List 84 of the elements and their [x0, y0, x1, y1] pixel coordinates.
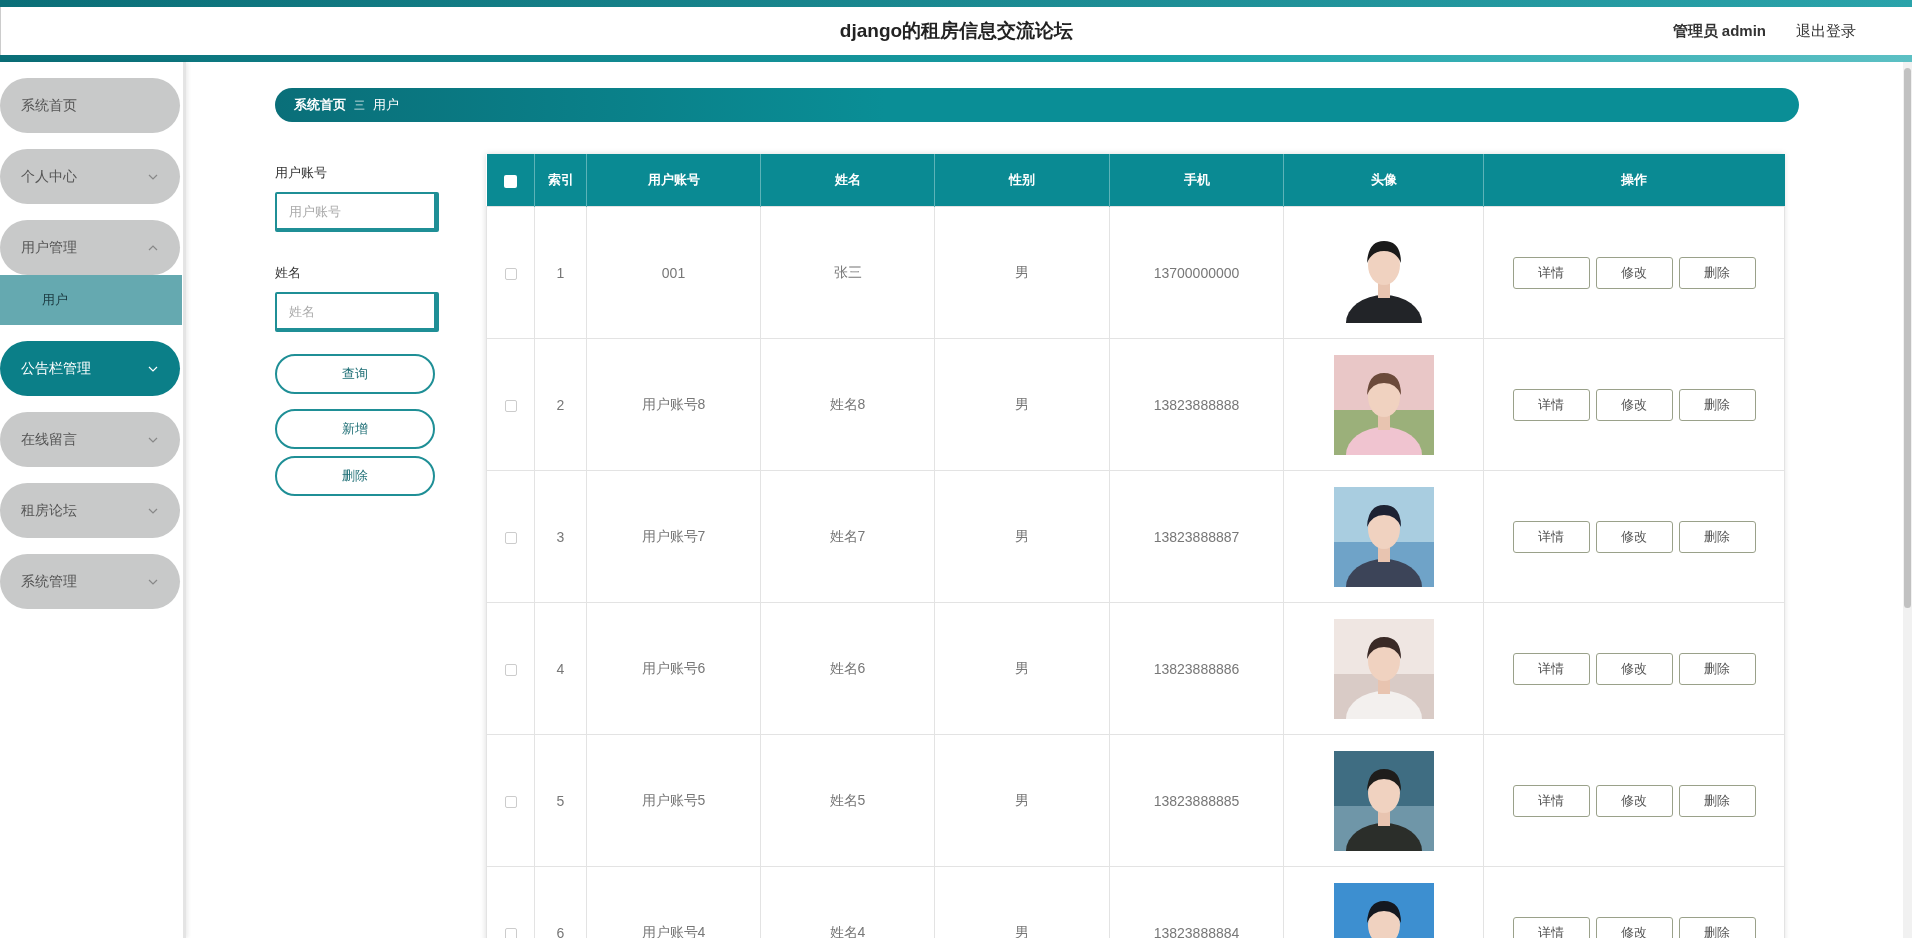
action-button[interactable]: 修改	[1595, 520, 1673, 553]
table-cell: 男	[1015, 395, 1029, 412]
row-checkbox[interactable]	[504, 927, 517, 938]
scrollbar-thumb[interactable]	[1904, 68, 1911, 608]
table-cell: 13823888885	[1153, 792, 1240, 809]
table-cell: 001	[661, 264, 686, 281]
table-cell: 3	[556, 528, 565, 545]
table-cell: 男	[1015, 527, 1029, 544]
input-field[interactable]: 姓名	[275, 292, 439, 332]
action-button[interactable]: 详情	[1512, 784, 1590, 817]
row-checkbox[interactable]	[504, 531, 517, 544]
table-cell: 张三	[833, 263, 862, 280]
table-cell: 13823888887	[1153, 528, 1240, 545]
row-checkbox[interactable]	[504, 663, 517, 676]
select-all-checkbox[interactable]	[503, 174, 517, 188]
row-checkbox[interactable]	[504, 399, 517, 412]
sidebar-item[interactable]: 在线留言	[0, 412, 180, 467]
sidebar-subitem[interactable]: 用户	[0, 275, 182, 325]
search-button[interactable]: 新增	[275, 409, 435, 449]
table-cell: 6	[556, 924, 565, 938]
action-button[interactable]: 删除	[1678, 520, 1756, 553]
table-cell: 4	[556, 660, 565, 677]
column-header: 用户账号	[647, 172, 700, 187]
table-cell: 用户账号5	[641, 791, 706, 808]
sidebar-item[interactable]: 用户管理	[0, 220, 180, 275]
admin-label: 管理员 admin	[1672, 21, 1766, 41]
action-button[interactable]: 修改	[1595, 388, 1673, 421]
table-cell: 男	[1015, 263, 1029, 280]
table-cell: 13823888888	[1153, 396, 1240, 413]
sidebar-item[interactable]: 公告栏管理	[0, 341, 180, 396]
breadcrumb-home[interactable]: 系统首页	[294, 96, 346, 114]
field-label: 姓名	[275, 264, 302, 282]
action-button[interactable]: 删除	[1678, 256, 1756, 289]
breadcrumb-current: 用户	[373, 96, 399, 114]
logout-link[interactable]: 退出登录	[1796, 21, 1856, 41]
table-cell: 用户账号8	[641, 395, 706, 412]
sidebar-item[interactable]: 租房论坛	[0, 483, 180, 538]
sidebar-item[interactable]: 个人中心	[0, 149, 180, 204]
table-cell: 姓名4	[829, 923, 866, 938]
table-cell: 姓名7	[829, 527, 866, 544]
table-cell: 13700000000	[1153, 264, 1240, 281]
column-header: 索引	[547, 172, 574, 187]
action-button[interactable]: 详情	[1512, 916, 1590, 938]
table-cell: 2	[556, 396, 565, 413]
action-button[interactable]: 删除	[1678, 916, 1756, 938]
column-header: 姓名	[834, 172, 861, 187]
table-cell: 姓名6	[829, 659, 866, 676]
table-cell: 用户账号7	[641, 527, 706, 544]
table-cell: 用户账号4	[641, 923, 706, 938]
action-button[interactable]: 修改	[1595, 256, 1673, 289]
action-button[interactable]: 修改	[1595, 916, 1673, 938]
table-cell: 13823888884	[1153, 924, 1240, 938]
table-cell: 男	[1015, 791, 1029, 808]
column-header: 头像	[1370, 172, 1397, 187]
action-button[interactable]: 修改	[1595, 784, 1673, 817]
action-button[interactable]: 删除	[1678, 652, 1756, 685]
table-cell: 姓名5	[829, 791, 866, 808]
page-title: django的租房信息交流论坛	[839, 20, 1074, 41]
action-button[interactable]: 详情	[1512, 256, 1590, 289]
search-button[interactable]: 删除	[275, 456, 435, 496]
column-header: 手机	[1183, 172, 1210, 187]
sidebar-item[interactable]: 系统管理	[0, 554, 180, 609]
column-header: 操作	[1621, 172, 1648, 187]
table-cell: 姓名8	[829, 395, 866, 412]
table-cell: 5	[556, 792, 565, 809]
table-cell: 13823888886	[1153, 660, 1240, 677]
row-checkbox[interactable]	[504, 795, 517, 808]
search-button[interactable]: 查询	[275, 354, 435, 394]
table-cell: 1	[556, 264, 565, 281]
action-button[interactable]: 修改	[1595, 652, 1673, 685]
action-button[interactable]: 删除	[1678, 388, 1756, 421]
action-button[interactable]: 详情	[1512, 652, 1590, 685]
row-checkbox[interactable]	[504, 267, 517, 280]
action-button[interactable]: 详情	[1512, 520, 1590, 553]
sidebar-item[interactable]: 系统首页	[0, 78, 180, 133]
table-cell: 男	[1015, 923, 1029, 938]
table-cell: 男	[1015, 659, 1029, 676]
input-field[interactable]: 用户账号	[275, 192, 439, 232]
action-button[interactable]: 详情	[1512, 388, 1590, 421]
table-cell: 用户账号6	[641, 659, 706, 676]
field-label: 用户账号	[275, 164, 328, 182]
action-button[interactable]: 删除	[1678, 784, 1756, 817]
column-header: 性别	[1009, 172, 1035, 187]
breadcrumb-separator: 三	[354, 97, 365, 113]
